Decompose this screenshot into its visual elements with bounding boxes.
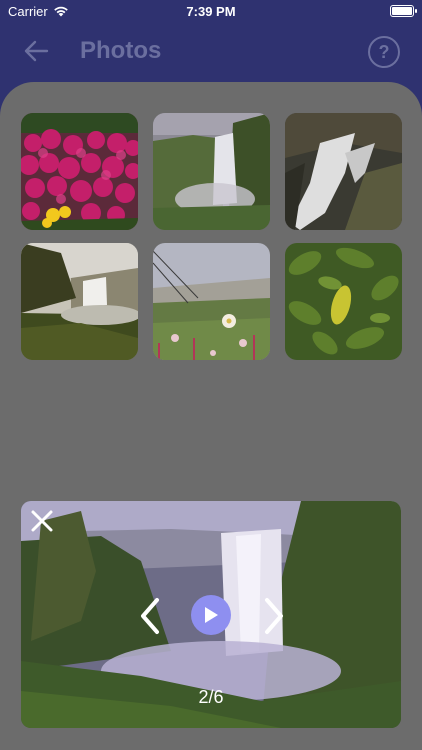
help-button[interactable]: ? [368, 36, 400, 68]
chevron-right-icon[interactable] [259, 596, 289, 636]
cascade-image [285, 113, 402, 230]
flowers-image [21, 113, 138, 230]
play-button[interactable] [191, 595, 231, 635]
page-title: Photos [80, 37, 162, 64]
status-bar: Carrier 7:39 PM [0, 0, 422, 22]
status-time: 7:39 PM [186, 3, 236, 19]
canyon-image [21, 243, 138, 360]
battery-icon [390, 5, 417, 17]
photo-grid [21, 113, 402, 360]
waterfall-image [153, 113, 270, 230]
photo-thumb-canyon[interactable] [21, 243, 138, 360]
play-icon [205, 607, 218, 623]
photo-counter: 2/6 [198, 687, 224, 707]
chevron-left-icon[interactable] [135, 596, 165, 636]
hillside-image [153, 243, 270, 360]
content-sheet: 2/6 [0, 82, 422, 750]
photo-thumb-leaves[interactable] [285, 243, 402, 360]
photo-thumb-flowers[interactable] [21, 113, 138, 230]
leaves-image [285, 243, 402, 360]
arrow-left-icon [24, 40, 49, 62]
photo-thumb-hillside[interactable] [153, 243, 270, 360]
nav-bar: Photos ? [0, 22, 422, 80]
back-button[interactable] [20, 35, 52, 67]
photo-viewer: 2/6 [21, 501, 401, 728]
close-icon[interactable] [29, 508, 55, 534]
photo-thumb-cascade[interactable] [285, 113, 402, 230]
photo-thumb-waterfall[interactable] [153, 113, 270, 230]
